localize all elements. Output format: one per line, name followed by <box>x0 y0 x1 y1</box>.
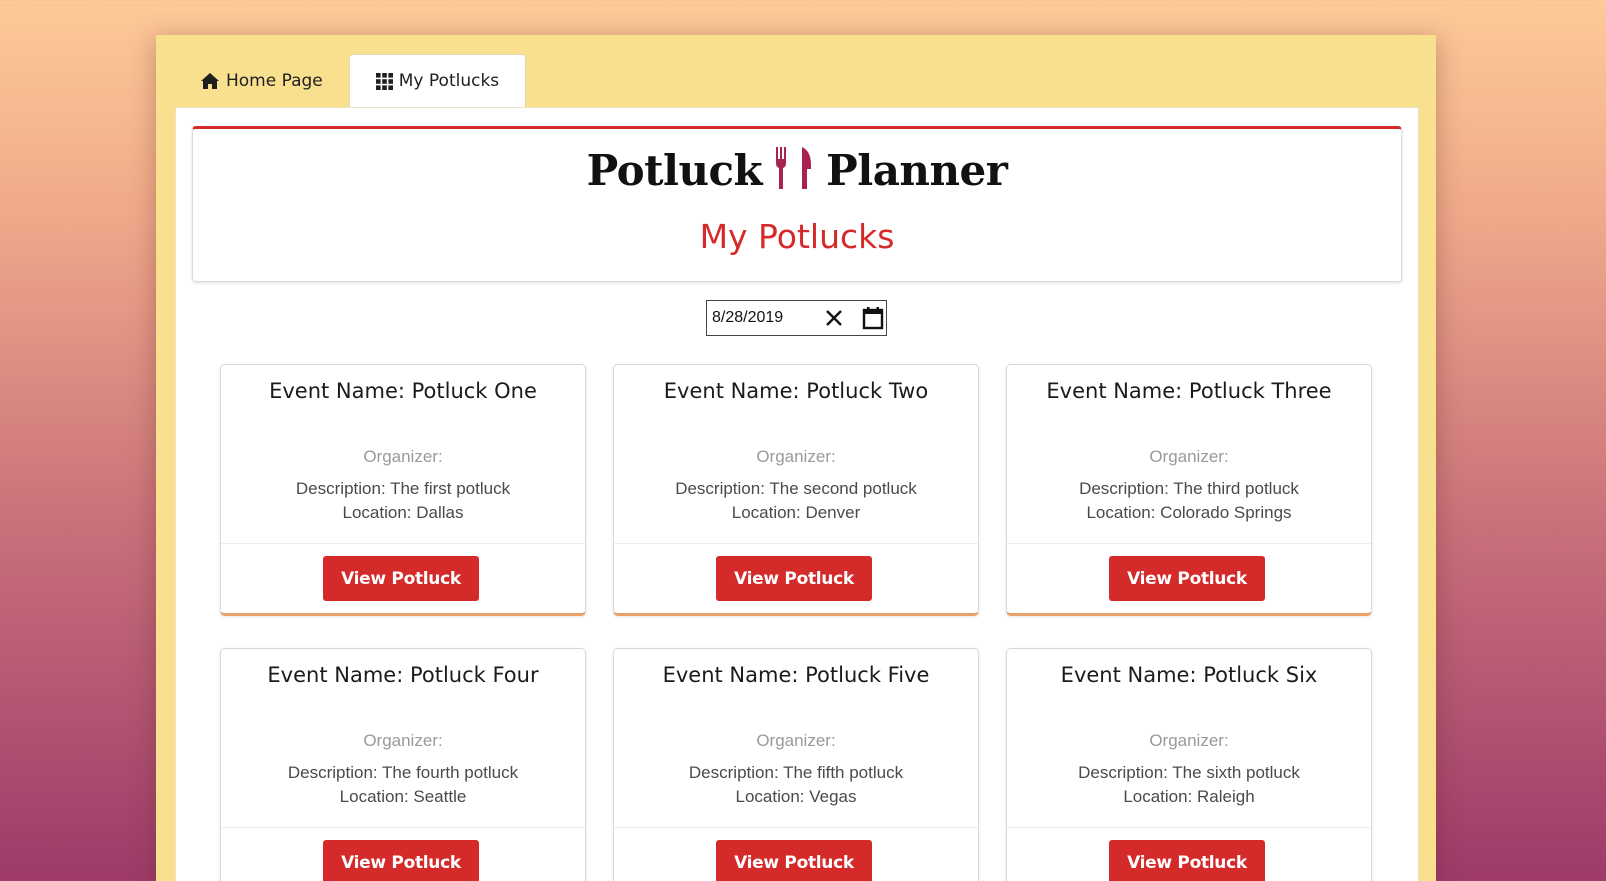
view-potluck-button[interactable]: View Potluck <box>323 556 479 601</box>
event-description: Description: The third potluck <box>1079 479 1299 498</box>
event-name: Event Name: Potluck Four <box>267 663 539 687</box>
event-card: Event Name: Potluck Four Organizer: Desc… <box>220 648 586 881</box>
event-name: Event Name: Potluck Six <box>1060 663 1318 687</box>
event-description: Description: The first potluck <box>295 479 511 498</box>
event-card: Event Name: Potluck Five Organizer: Desc… <box>613 648 979 881</box>
tab-home-page-label: Home Page <box>226 70 323 91</box>
event-organizer: Organizer: <box>363 447 443 466</box>
logo-word-left: Potluck <box>586 146 763 195</box>
event-card: Event Name: Potluck Two Organizer: Descr… <box>613 364 979 616</box>
card-divider <box>221 543 585 544</box>
home-icon <box>200 72 220 90</box>
tab-my-potlucks-label: My Potlucks <box>398 71 500 91</box>
card-divider <box>1007 543 1371 544</box>
tab-bar: Home Page My Potlucks <box>174 54 527 107</box>
logo-word-right: Planner <box>826 146 1008 195</box>
event-card: Event Name: Potluck Six Organizer: Descr… <box>1006 648 1372 881</box>
view-potluck-button[interactable]: View Potluck <box>1109 556 1265 601</box>
event-location: Location: Colorado Springs <box>1086 503 1292 522</box>
card-divider <box>614 543 978 544</box>
close-icon[interactable] <box>822 309 846 327</box>
event-location: Location: Seattle <box>339 787 467 806</box>
event-organizer: Organizer: <box>363 731 443 750</box>
event-card: Event Name: Potluck One Organizer: Descr… <box>220 364 586 616</box>
card-divider <box>1007 827 1371 828</box>
grid-icon <box>375 72 393 90</box>
event-card: Event Name: Potluck Three Organizer: Des… <box>1006 364 1372 616</box>
event-name: Event Name: Potluck Two <box>663 379 929 403</box>
page-title: My Potlucks <box>699 217 895 256</box>
app-window: Home Page My Potlucks Potluck Planner My… <box>156 35 1436 881</box>
tab-my-potlucks[interactable]: My Potlucks <box>348 54 527 107</box>
event-organizer: Organizer: <box>1149 731 1229 750</box>
event-description: Description: The sixth potluck <box>1078 763 1300 782</box>
view-potluck-button[interactable]: View Potluck <box>716 556 872 601</box>
tab-home-page[interactable]: Home Page <box>174 54 349 107</box>
event-location: Location: Vegas <box>735 787 857 806</box>
event-location: Location: Dallas <box>342 503 464 522</box>
fork-knife-icon <box>774 145 814 196</box>
header-card: Potluck Planner My Potlucks <box>192 126 1402 282</box>
calendar-icon[interactable] <box>860 306 886 330</box>
card-divider <box>221 827 585 828</box>
event-description: Description: The fourth potluck <box>287 763 519 782</box>
event-location: Location: Raleigh <box>1123 787 1255 806</box>
event-organizer: Organizer: <box>1149 447 1229 466</box>
logo: Potluck Planner <box>193 145 1401 196</box>
event-name: Event Name: Potluck One <box>269 379 537 403</box>
event-organizer: Organizer: <box>756 731 836 750</box>
event-name: Event Name: Potluck Five <box>662 663 930 687</box>
event-organizer: Organizer: <box>756 447 836 466</box>
event-location: Location: Denver <box>731 503 861 522</box>
event-name: Event Name: Potluck Three <box>1046 379 1332 403</box>
event-description: Description: The fifth potluck <box>688 763 904 782</box>
event-description: Description: The second potluck <box>675 479 917 498</box>
main-content: Potluck Planner My Potlucks 8/28/2019 Ev… <box>175 107 1419 881</box>
date-input[interactable]: 8/28/2019 <box>712 309 820 327</box>
card-divider <box>614 827 978 828</box>
date-picker[interactable]: 8/28/2019 <box>706 300 887 336</box>
view-potluck-button[interactable]: View Potluck <box>323 840 479 881</box>
view-potluck-button[interactable]: View Potluck <box>1109 840 1265 881</box>
view-potluck-button[interactable]: View Potluck <box>716 840 872 881</box>
